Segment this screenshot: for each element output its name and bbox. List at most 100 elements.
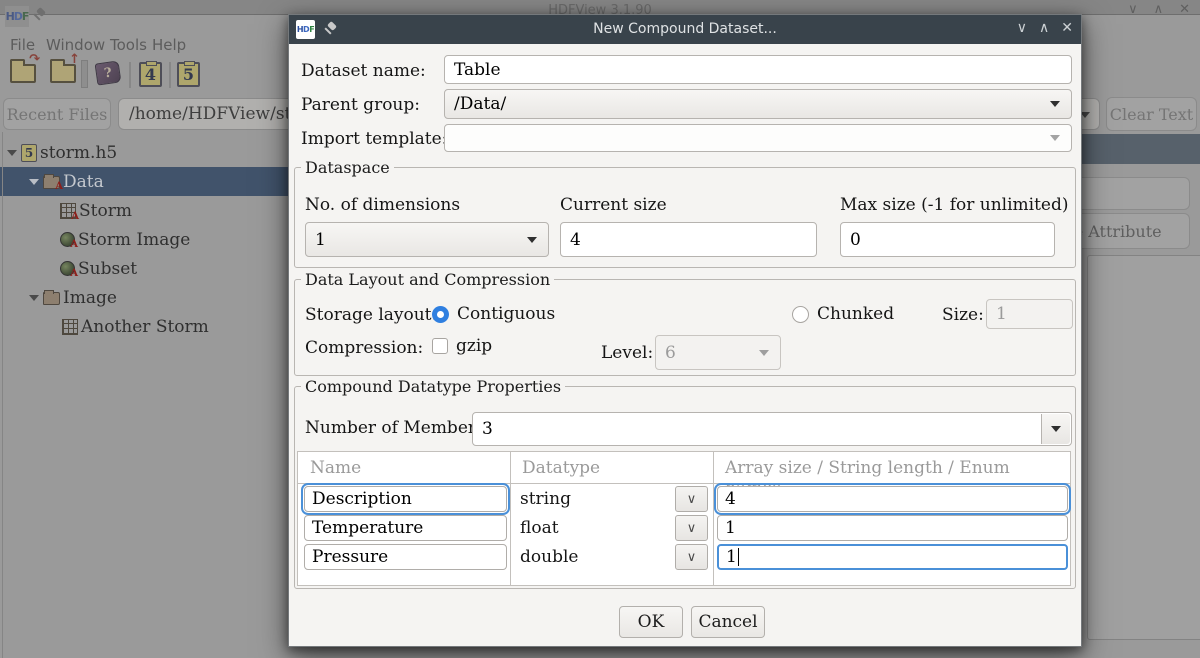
member-name-input[interactable]: Description bbox=[301, 483, 510, 515]
dataset-name-input[interactable]: Table bbox=[444, 55, 1072, 84]
table-dataset-icon: A bbox=[60, 202, 79, 222]
text-caret bbox=[737, 548, 739, 566]
toolbar-separator bbox=[81, 60, 88, 88]
current-size-value: 4 bbox=[570, 229, 581, 250]
import-template-label: Import template: bbox=[301, 129, 448, 149]
menu-tools[interactable]: Tools bbox=[110, 36, 147, 54]
layout-groupbox: Data Layout and Compression Storage layo… bbox=[294, 270, 1076, 376]
open-file-icon[interactable]: ↷ bbox=[10, 52, 40, 83]
tree-item-label: Subset bbox=[78, 258, 138, 279]
contiguous-radio[interactable] bbox=[432, 306, 449, 323]
member-name-value: Temperature bbox=[312, 518, 424, 538]
image-dataset-icon: A bbox=[60, 232, 78, 250]
level-combobox[interactable]: 6 bbox=[655, 335, 781, 370]
parent-group-combobox[interactable]: /Data/ bbox=[444, 89, 1072, 119]
group-folder-icon bbox=[43, 290, 60, 305]
pin-icon bbox=[31, 7, 47, 23]
dialog-titlebar[interactable]: HDF New Compound Dataset... ∨ ∧ ✕ bbox=[289, 15, 1081, 44]
parent-group-value: /Data/ bbox=[454, 94, 507, 114]
chevron-down-icon bbox=[1051, 426, 1061, 432]
current-size-input[interactable]: 4 bbox=[560, 222, 817, 257]
group-folder-icon: A bbox=[43, 174, 63, 192]
member-size-value: 4 bbox=[725, 489, 736, 509]
recent-files-button[interactable]: Recent Files bbox=[3, 98, 111, 130]
compound-groupbox: Compound Datatype Properties Number of M… bbox=[294, 377, 1076, 589]
members-table: Name Datatype Array size / String length… bbox=[297, 451, 1071, 586]
level-label: Level: bbox=[601, 343, 654, 363]
hdf-logo: HDF bbox=[5, 6, 29, 27]
main-minimize-icon[interactable]: ∨ bbox=[1128, 2, 1138, 17]
panel-divider bbox=[2, 132, 3, 658]
dataspace-groupbox: Dataspace No. of dimensions Current size… bbox=[294, 158, 1076, 268]
header-name: Name bbox=[310, 458, 362, 478]
member-size-input[interactable]: 1 bbox=[717, 515, 1068, 541]
storage-layout-label: Storage layout: bbox=[305, 305, 438, 325]
member-size-value: 1 bbox=[726, 547, 737, 567]
menu-help[interactable]: Help bbox=[152, 36, 186, 54]
hdf4-icon[interactable]: 4 bbox=[139, 61, 162, 87]
member-name-input[interactable]: Temperature bbox=[304, 515, 507, 541]
level-value: 6 bbox=[665, 342, 676, 363]
dimensions-combobox[interactable]: 1 bbox=[305, 222, 549, 257]
datatype-dropdown-button[interactable]: ∨ bbox=[675, 486, 708, 512]
member-name-input[interactable]: Pressure bbox=[304, 544, 507, 570]
expander-arrow-icon[interactable] bbox=[28, 292, 40, 304]
import-template-combobox[interactable] bbox=[444, 124, 1072, 152]
member-size-value: 1 bbox=[725, 518, 736, 538]
dimensions-label: No. of dimensions bbox=[305, 195, 461, 215]
attribute-table-panel bbox=[1087, 255, 1200, 640]
chevron-down-icon bbox=[759, 349, 769, 356]
toolbar-separator bbox=[129, 62, 131, 88]
tree-item-label: Storm bbox=[79, 200, 132, 221]
tree-item-label: Storm Image bbox=[78, 229, 191, 250]
max-size-input[interactable]: 0 bbox=[840, 222, 1055, 257]
members-table-header: Name Datatype Array size / String length… bbox=[298, 452, 1070, 498]
chevron-down-icon bbox=[527, 236, 537, 243]
member-row: Description string ∨ 4 bbox=[298, 483, 1071, 515]
gzip-label: gzip bbox=[456, 336, 493, 356]
combo-arrow-button[interactable] bbox=[1041, 414, 1070, 444]
close-file-icon[interactable]: ↑ bbox=[50, 52, 80, 83]
file-path-value: /home/HDFView/stor bbox=[129, 104, 310, 124]
tree-item-label: Another Storm bbox=[81, 316, 209, 337]
dialog-minimize-icon[interactable]: ∨ bbox=[1017, 20, 1027, 36]
expander-arrow-icon[interactable] bbox=[6, 147, 18, 159]
cancel-button[interactable]: Cancel bbox=[691, 606, 765, 638]
main-close-icon[interactable]: ✕ bbox=[1179, 2, 1190, 17]
tree-item-label: storm.h5 bbox=[40, 142, 118, 163]
datatype-dropdown-button[interactable]: ∨ bbox=[675, 515, 708, 541]
member-datatype-value: double bbox=[520, 547, 579, 567]
main-maximize-icon[interactable]: ∧ bbox=[1154, 2, 1164, 17]
tree-item-label: Data bbox=[63, 171, 104, 192]
member-datatype-value: float bbox=[520, 518, 559, 538]
member-size-input[interactable]: 4 bbox=[714, 483, 1071, 515]
dialog-close-icon[interactable]: ✕ bbox=[1061, 20, 1073, 36]
toolbar-separator bbox=[169, 62, 171, 88]
chunk-size-input[interactable]: 1 bbox=[986, 299, 1073, 329]
dialog-controls: ∨ ∧ ✕ bbox=[1017, 20, 1073, 36]
contiguous-label: Contiguous bbox=[457, 304, 556, 324]
max-size-value: 0 bbox=[850, 229, 861, 250]
clear-text-button[interactable]: Clear Text bbox=[1106, 97, 1197, 131]
datatype-dropdown-button[interactable]: ∨ bbox=[675, 544, 708, 570]
max-size-label: Max size (-1 for unlimited) bbox=[840, 195, 1069, 215]
chunked-radio[interactable] bbox=[792, 306, 809, 323]
ok-button[interactable]: OK bbox=[619, 606, 683, 638]
members-value: 3 bbox=[482, 419, 493, 439]
table-dataset-icon bbox=[62, 318, 78, 335]
tree-item-label: Image bbox=[63, 287, 117, 308]
expander-arrow-icon[interactable] bbox=[28, 176, 40, 188]
dataset-name-label: Dataset name: bbox=[301, 61, 426, 81]
help-book-icon[interactable]: ? bbox=[94, 60, 122, 86]
member-size-input-focused[interactable]: 1 bbox=[717, 544, 1068, 570]
gzip-checkbox[interactable] bbox=[432, 338, 448, 354]
new-compound-dataset-dialog: HDF New Compound Dataset... ∨ ∧ ✕ Datase… bbox=[288, 14, 1082, 647]
member-datatype-value: string bbox=[520, 489, 571, 509]
size-label: Size: bbox=[942, 305, 984, 325]
members-combobox[interactable]: 3 bbox=[472, 412, 1072, 446]
current-size-label: Current size bbox=[560, 195, 667, 215]
chunked-label: Chunked bbox=[817, 304, 895, 324]
hdf5-icon[interactable]: 5 bbox=[177, 61, 200, 87]
dialog-maximize-icon[interactable]: ∧ bbox=[1039, 20, 1049, 36]
member-row: Pressure double ∨ 1 bbox=[298, 543, 1070, 572]
